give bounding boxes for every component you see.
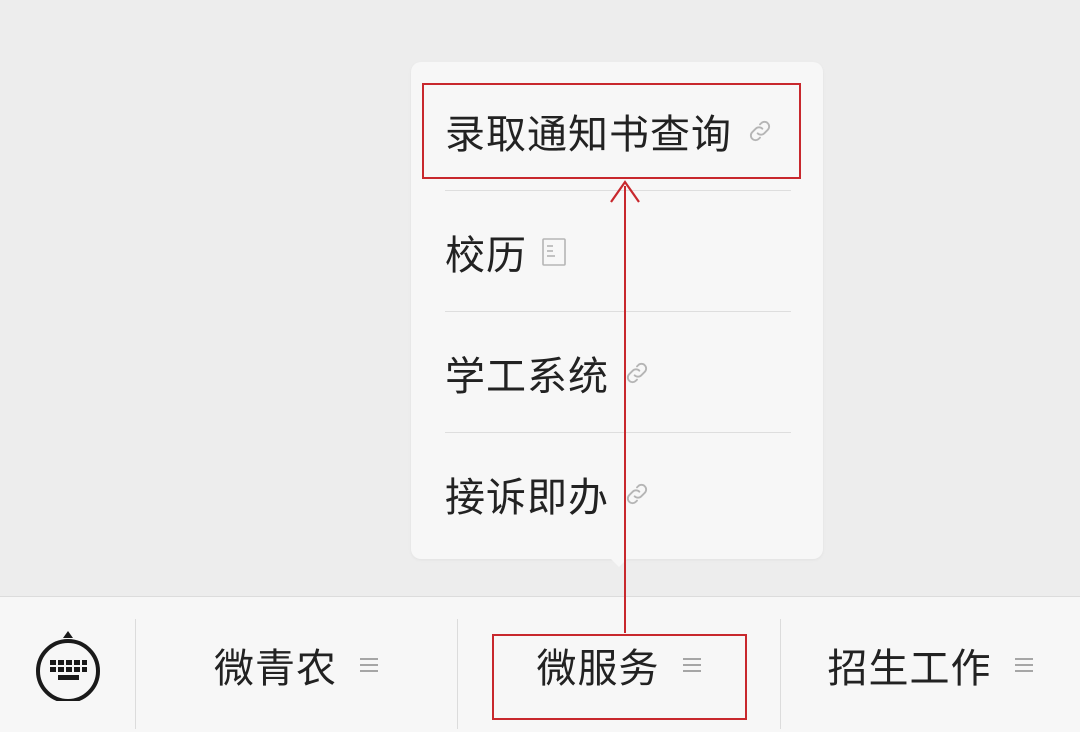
annotation-arrow-head xyxy=(610,180,640,203)
bottom-tab-weiqingnong[interactable]: 微青农 xyxy=(136,597,457,732)
menu-item-label: 接诉即办 xyxy=(445,474,609,521)
menu-lines-icon xyxy=(1014,656,1034,674)
annotation-highlight-tab xyxy=(492,634,747,720)
menu-item-label: 校历 xyxy=(445,232,527,279)
annotation-arrow-line xyxy=(624,186,626,633)
keyboard-toggle-button[interactable] xyxy=(0,597,135,732)
bottom-tab-admissions[interactable]: 招生工作 xyxy=(781,597,1080,732)
menu-item-complaint-handling[interactable]: 接诉即办 xyxy=(445,433,791,554)
menu-lines-icon xyxy=(359,656,379,674)
keyboard-icon xyxy=(35,631,100,701)
link-icon xyxy=(623,480,651,508)
menu-item-student-affairs-system[interactable]: 学工系统 xyxy=(445,312,791,433)
annotation-highlight-menu-item xyxy=(422,83,801,179)
menu-item-label: 学工系统 xyxy=(445,353,609,400)
wechat-chat-screen: 录取通知书查询 校历 学工系统 接诉即办 微青农 微服务 招生工作 xyxy=(0,0,1080,732)
menu-item-school-calendar[interactable]: 校历 xyxy=(445,191,791,312)
document-icon xyxy=(541,237,567,267)
bottom-tab-label: 微青农 xyxy=(214,646,337,692)
bottom-tab-label: 招生工作 xyxy=(827,646,992,692)
popup-pointer-tail xyxy=(605,553,633,567)
link-icon xyxy=(623,359,651,387)
